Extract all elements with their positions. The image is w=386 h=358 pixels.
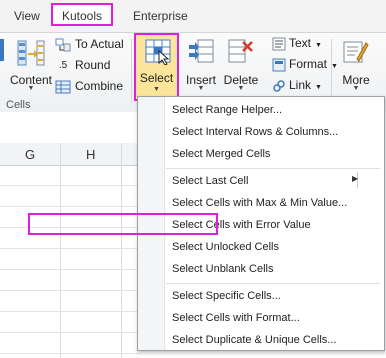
link-button[interactable]: Link ▼	[272, 75, 322, 95]
chevron-down-icon: ▼	[315, 42, 322, 49]
menu-item-select-specific-cells[interactable]: Select Specific Cells...	[172, 285, 281, 307]
grid-line	[60, 143, 61, 358]
grid-line	[0, 290, 140, 291]
format-icon	[272, 58, 286, 72]
menu-item-select-cells-max-min[interactable]: Select Cells with Max & Min Value...	[172, 192, 347, 214]
grid-line	[0, 353, 140, 354]
delete-icon	[228, 39, 253, 63]
text-button[interactable]: Text ▼	[272, 33, 322, 53]
link-label: Link	[289, 78, 312, 92]
chevron-down-icon: ▼	[315, 84, 322, 91]
chevron-down-icon: ▼	[153, 86, 160, 93]
ribbon-tab-bar: View Kutools Enterprise	[0, 0, 386, 32]
more-button[interactable]: More ▼	[336, 35, 376, 95]
menu-item-select-unblank-cells[interactable]: Select Unblank Cells	[172, 258, 274, 280]
tab-view[interactable]: View	[14, 6, 40, 26]
chevron-down-icon: ▼	[197, 85, 205, 92]
combine-label: Combine	[75, 79, 124, 93]
grid-line	[0, 206, 140, 207]
chevron-down-icon: ▼	[352, 85, 360, 92]
menu-item-select-duplicate-unique[interactable]: Select Duplicate & Unique Cells...	[172, 329, 336, 351]
select-button[interactable]: Select ▼	[134, 33, 179, 101]
ribbon-group-label: Cells	[6, 99, 31, 111]
to-actual-icon	[55, 38, 71, 52]
combine-icon	[55, 80, 71, 94]
insert-icon	[189, 39, 214, 63]
highlight-box	[28, 213, 218, 235]
grid-line	[0, 248, 140, 249]
menu-item-select-merged-cells[interactable]: Select Merged Cells	[172, 143, 270, 165]
menu-item-select-last-cell[interactable]: Select Last Cell	[172, 170, 248, 192]
menu-separator	[166, 168, 380, 169]
menu-item-select-range-helper[interactable]: Select Range Helper...	[172, 99, 282, 121]
content-button[interactable]: Content ▼	[6, 35, 56, 95]
insert-button[interactable]: Insert ▼	[182, 35, 220, 95]
ribbon-left-icon[interactable]	[0, 39, 4, 61]
content-icon	[17, 40, 45, 66]
select-icon	[145, 39, 171, 65]
format-label: Format	[289, 57, 328, 71]
select-label: Select	[139, 71, 174, 85]
link-icon	[273, 80, 285, 92]
tab-kutools[interactable]: Kutools	[51, 3, 114, 26]
to-actual-button[interactable]: To Actual	[55, 34, 124, 54]
grid-line	[0, 269, 140, 270]
menu-separator	[166, 283, 380, 284]
text-icon	[272, 37, 286, 51]
menu-item-select-cells-with-format[interactable]: Select Cells with Format...	[172, 307, 300, 329]
text-label: Text	[289, 36, 312, 50]
round-button[interactable]: .5 Round	[55, 55, 111, 75]
column-header-g[interactable]: G	[1, 143, 60, 166]
round-icon: .5	[58, 59, 68, 71]
round-label: Round	[75, 58, 111, 72]
to-actual-label: To Actual	[75, 37, 124, 51]
chevron-down-icon: ▼	[237, 85, 245, 92]
chevron-right-icon[interactable]: ▶	[352, 174, 358, 183]
ribbon-separator	[131, 39, 132, 103]
menu-item-select-interval-rows-columns[interactable]: Select Interval Rows & Columns...	[172, 121, 338, 143]
ribbon-separator	[331, 39, 332, 103]
format-button[interactable]: Format ▼	[272, 54, 338, 74]
more-icon	[343, 41, 369, 63]
grid-line	[0, 185, 140, 186]
column-header-h[interactable]: H	[61, 143, 121, 166]
delete-button[interactable]: Delete ▼	[222, 35, 260, 95]
combine-button[interactable]: Combine	[55, 76, 123, 96]
grid-line	[121, 143, 122, 358]
tab-enterprise[interactable]: Enterprise	[133, 6, 188, 26]
grid-line	[0, 332, 140, 333]
grid-line	[0, 311, 140, 312]
chevron-down-icon: ▼	[27, 85, 35, 92]
menu-item-select-unlocked-cells[interactable]: Select Unlocked Cells	[172, 236, 279, 258]
